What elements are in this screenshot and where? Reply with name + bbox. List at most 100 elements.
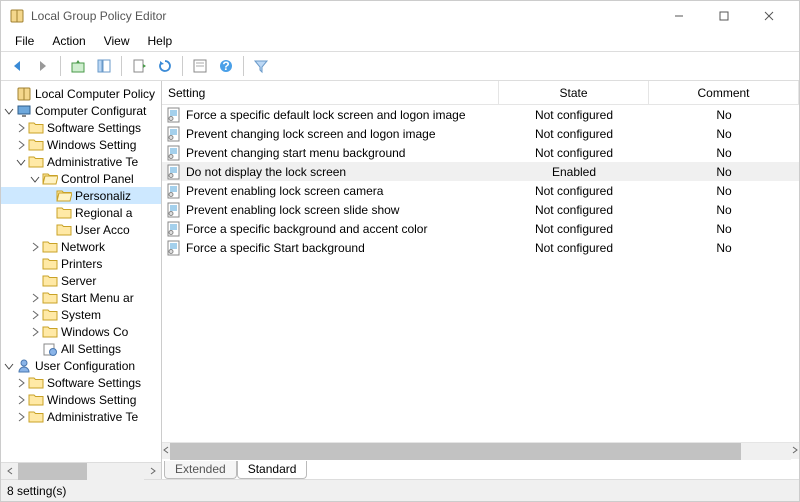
detail-pane: Setting State Comment Force a specific d… [162, 81, 799, 479]
tree-label: User Acco [75, 223, 130, 237]
folder-icon [42, 324, 58, 340]
folder-icon [28, 375, 44, 391]
tree-u-windows-settings[interactable]: Windows Setting [1, 391, 161, 408]
policy-icon [166, 221, 182, 237]
scroll-right-icon[interactable] [791, 443, 799, 459]
setting-state: Enabled [499, 165, 649, 179]
list-row[interactable]: Force a specific background and accent c… [162, 219, 799, 238]
scroll-left-icon[interactable] [1, 463, 18, 480]
tab-standard[interactable]: Standard [237, 461, 308, 479]
chevron-down-icon [30, 174, 40, 184]
column-setting[interactable]: Setting [162, 81, 499, 104]
tree-network[interactable]: Network [1, 238, 161, 255]
tree-personalization[interactable]: Personaliz [1, 187, 161, 204]
view-tabs: Extended Standard [162, 459, 799, 479]
tree-label: Computer Configurat [35, 104, 146, 118]
tree-regional[interactable]: Regional a [1, 204, 161, 221]
tree-label: Software Settings [47, 121, 141, 135]
policy-icon [166, 164, 182, 180]
tree-windows-components[interactable]: Windows Co [1, 323, 161, 340]
tree-printers[interactable]: Printers [1, 255, 161, 272]
tree-root[interactable]: Local Computer Policy [1, 85, 161, 102]
folder-icon [28, 154, 44, 170]
tree-view[interactable]: Local Computer Policy Computer Configura… [1, 81, 161, 462]
refresh-button[interactable] [153, 54, 177, 78]
column-comment[interactable]: Comment [649, 81, 799, 104]
menu-help[interactable]: Help [140, 32, 181, 50]
export-button[interactable] [127, 54, 151, 78]
chevron-right-icon [16, 378, 26, 388]
tree-computer-config[interactable]: Computer Configurat [1, 102, 161, 119]
svg-text:?: ? [222, 59, 229, 73]
setting-comment: No [649, 108, 799, 122]
scroll-left-icon[interactable] [162, 443, 170, 459]
policy-icon [166, 126, 182, 142]
tree-server[interactable]: Server [1, 272, 161, 289]
status-text: 8 setting(s) [7, 484, 66, 498]
tree-windows-settings[interactable]: Windows Setting [1, 136, 161, 153]
tree-user-accounts[interactable]: User Acco [1, 221, 161, 238]
chevron-right-icon [30, 327, 40, 337]
folder-icon [42, 273, 58, 289]
folder-icon [42, 307, 58, 323]
tree-label: Administrative Te [47, 410, 138, 424]
chevron-right-icon [16, 123, 26, 133]
folder-icon [28, 137, 44, 153]
policy-icon [166, 202, 182, 218]
list-row[interactable]: Prevent changing start menu backgroundNo… [162, 143, 799, 162]
maximize-button[interactable] [701, 1, 746, 31]
list-horizontal-scrollbar[interactable] [162, 442, 799, 459]
user-icon [16, 358, 32, 374]
setting-name: Force a specific default lock screen and… [186, 108, 466, 122]
tree-horizontal-scrollbar[interactable] [1, 462, 161, 479]
menu-view[interactable]: View [96, 32, 138, 50]
up-button[interactable] [66, 54, 90, 78]
setting-state: Not configured [499, 146, 649, 160]
chevron-right-icon [30, 242, 40, 252]
tree-control-panel[interactable]: Control Panel [1, 170, 161, 187]
menu-file[interactable]: File [7, 32, 42, 50]
tree-user-config[interactable]: User Configuration [1, 357, 161, 374]
tree-u-admin-templates[interactable]: Administrative Te [1, 408, 161, 425]
folder-icon [28, 120, 44, 136]
tree-software-settings[interactable]: Software Settings [1, 119, 161, 136]
list-row[interactable]: Do not display the lock screenEnabledNo [162, 162, 799, 181]
list-row[interactable]: Prevent enabling lock screen slide show N… [162, 200, 799, 219]
filter-button[interactable] [249, 54, 273, 78]
forward-button[interactable] [31, 54, 55, 78]
list-row[interactable]: Prevent changing lock screen and logon i… [162, 124, 799, 143]
setting-comment: No [649, 203, 799, 217]
list-row[interactable]: Prevent enabling lock screen cameraNot c… [162, 181, 799, 200]
tree-system[interactable]: System [1, 306, 161, 323]
settings-list[interactable]: Setting State Comment Force a specific d… [162, 81, 799, 442]
scroll-right-icon[interactable] [144, 463, 161, 480]
tree-all-settings[interactable]: All Settings [1, 340, 161, 357]
list-row[interactable]: Force a specific Start backgroundNot con… [162, 238, 799, 257]
policy-icon [166, 240, 182, 256]
chevron-right-icon [16, 412, 26, 422]
setting-name: Prevent enabling lock screen slide show [186, 203, 399, 217]
setting-state: Not configured [499, 108, 649, 122]
tree-label: Administrative Te [47, 155, 138, 169]
tree-u-software-settings[interactable]: Software Settings [1, 374, 161, 391]
column-state[interactable]: State [499, 81, 649, 104]
tree-label: Start Menu ar [61, 291, 134, 305]
close-button[interactable] [746, 1, 791, 31]
properties-button[interactable] [188, 54, 212, 78]
minimize-button[interactable] [656, 1, 701, 31]
tree-start-menu[interactable]: Start Menu ar [1, 289, 161, 306]
tree-label: System [61, 308, 101, 322]
chevron-right-icon [30, 293, 40, 303]
setting-comment: No [649, 184, 799, 198]
setting-state: Not configured [499, 241, 649, 255]
show-tree-button[interactable] [92, 54, 116, 78]
list-row[interactable]: Force a specific default lock screen and… [162, 105, 799, 124]
back-button[interactable] [5, 54, 29, 78]
setting-state: Not configured [499, 203, 649, 217]
tree-admin-templates[interactable]: Administrative Te [1, 153, 161, 170]
policy-icon [166, 107, 182, 123]
tab-extended[interactable]: Extended [164, 461, 237, 479]
folder-icon [42, 290, 58, 306]
help-button[interactable]: ? [214, 54, 238, 78]
menu-action[interactable]: Action [44, 32, 93, 50]
